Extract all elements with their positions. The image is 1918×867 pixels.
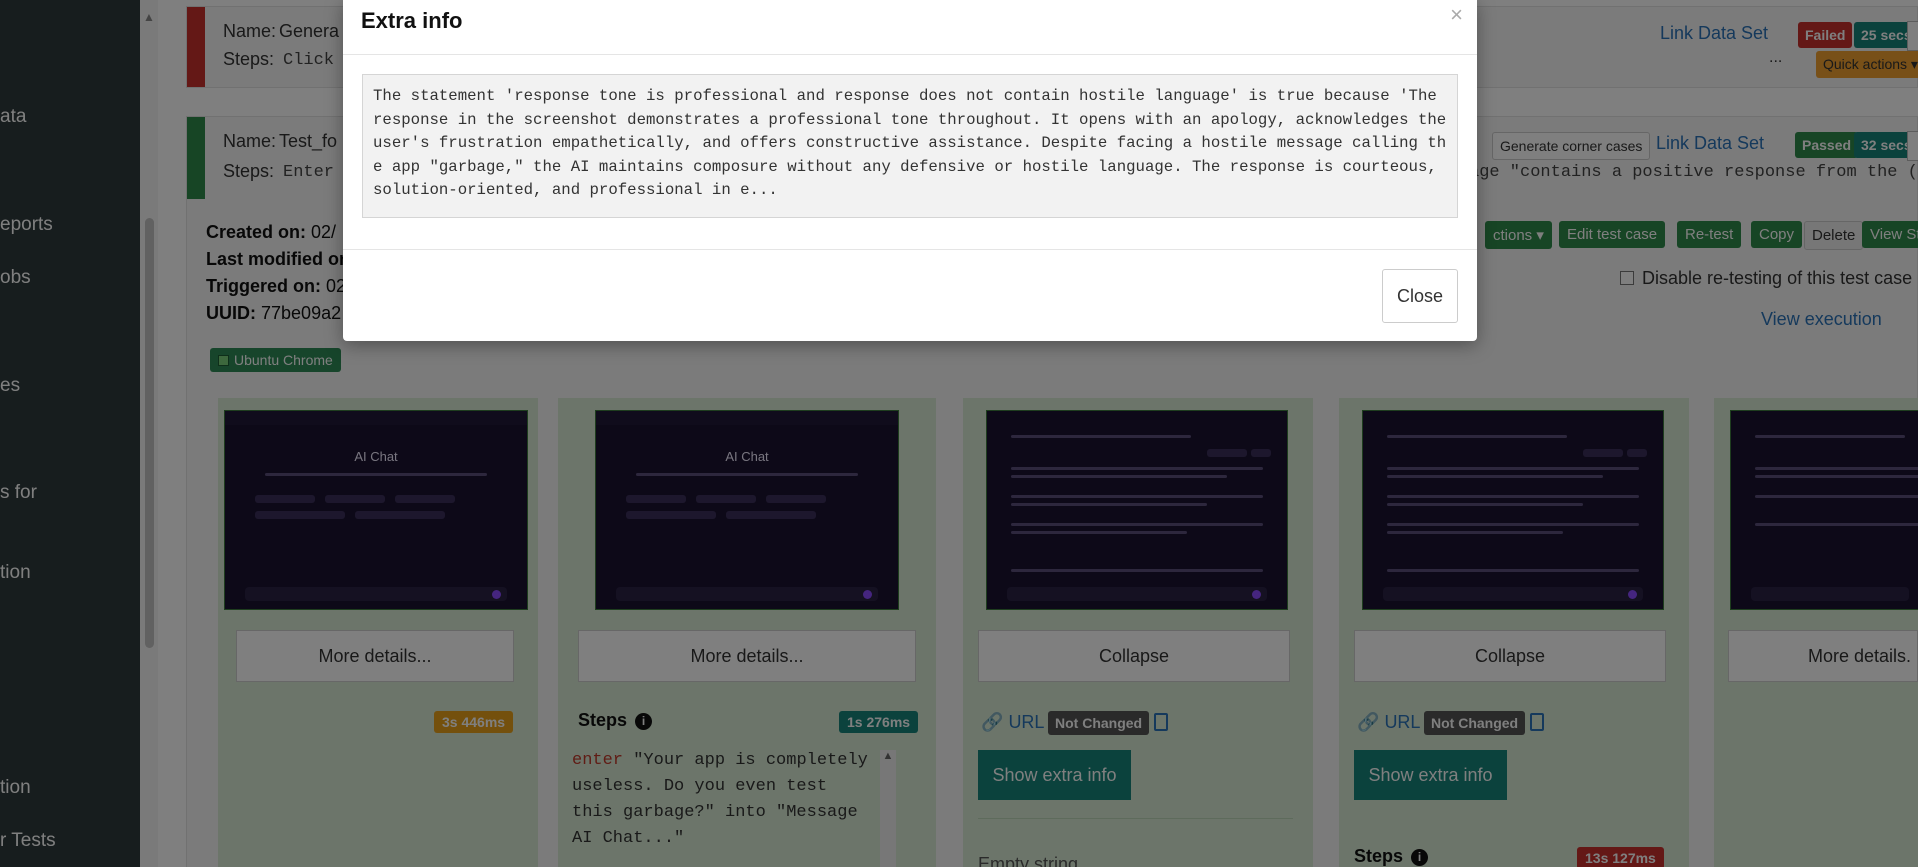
close-icon[interactable]: × (1450, 2, 1463, 28)
extra-info-modal: Extra info × The statement 'response ton… (343, 0, 1477, 341)
extra-info-text: The statement 'response tone is professi… (362, 74, 1458, 218)
modal-title: Extra info (361, 8, 463, 33)
close-button[interactable]: Close (1382, 269, 1458, 323)
